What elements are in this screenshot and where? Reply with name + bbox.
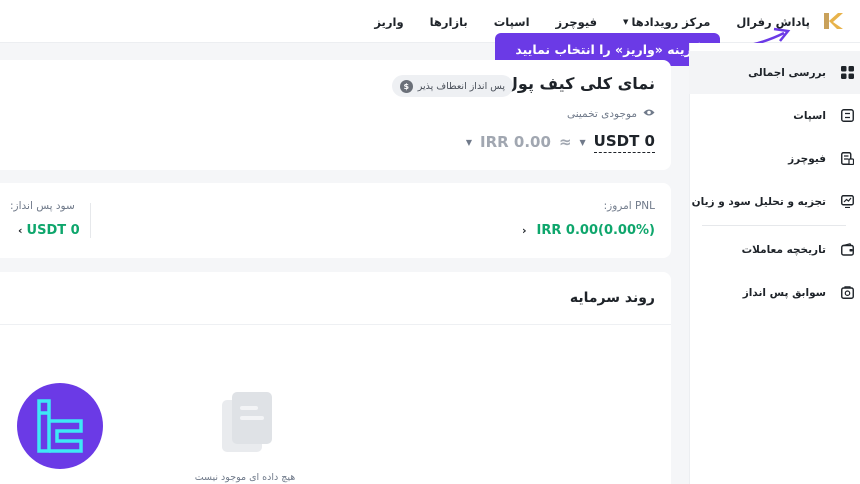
empty-data-text: هیچ داده ای موجود نیست: [194, 472, 296, 483]
pnl-today-label: PNL امروز:: [603, 200, 655, 212]
chevron-down-icon: ▼: [623, 17, 629, 26]
wallet-icon: [840, 243, 854, 257]
nav-spot[interactable]: اسپات: [494, 15, 530, 29]
nav-futures-label: فیوچرز: [555, 14, 598, 29]
chevron-right-icon: ›: [522, 224, 527, 237]
nav-spot-label: اسپات: [493, 14, 530, 29]
savings-value-text: USDT 0: [26, 223, 80, 238]
logo[interactable]: [822, 11, 844, 31]
savings-profit-value[interactable]: ‹ USDT 0: [18, 223, 80, 238]
pnl-value-text: IRR 0.00(0.00%): [536, 223, 655, 238]
usdt-currency-dropdown-icon[interactable]: ▼: [580, 138, 586, 147]
nav-events[interactable]: مرکز رویدادها ▼: [623, 15, 710, 29]
dollar-coin-icon: $: [399, 79, 413, 93]
nav-futures[interactable]: فیوچرز: [556, 15, 598, 29]
nav-markets[interactable]: بازارها: [430, 15, 468, 29]
sidebar-item-spot[interactable]: اسپات: [689, 94, 860, 137]
savings-icon: [840, 286, 854, 300]
futures-icon: [840, 152, 854, 166]
sidebar-item-overview[interactable]: بررسی اجمالی: [689, 51, 860, 94]
nav-deposit[interactable]: واریز: [374, 15, 403, 29]
sidebar-item-futures[interactable]: فیوچرز: [689, 137, 860, 180]
chart-icon: [840, 195, 854, 209]
badge-label: پس انداز انعطاف پذیر: [417, 80, 505, 92]
watermark-logo-icon: [37, 399, 83, 453]
usdt-balance: USDT 0: [593, 132, 655, 153]
sidebar-item-trade-history[interactable]: تاریخچه معاملات: [689, 228, 860, 271]
nav-markets-label: بازارها: [429, 14, 468, 29]
estimated-balance-label: موجودی تخمینی: [567, 108, 655, 120]
irr-balance: IRR 0.00: [480, 133, 551, 151]
savings-profit-label: سود پس انداز:: [10, 200, 75, 212]
pnl-card: PNL امروز: › IRR 0.00(0.00%) سود پس اندا…: [0, 183, 671, 258]
sidebar-divider: [702, 225, 846, 226]
vertical-divider: [90, 203, 91, 238]
sidebar-item-label: تاریخچه معاملات: [741, 243, 826, 256]
page-title: نمای کلی کیف پول: [504, 74, 655, 93]
sidebar-item-pnl-analysis[interactable]: تجزیه و تحلیل سود و زیان: [689, 180, 860, 223]
nav-deposit-label: واریز: [374, 14, 404, 29]
card-divider: [0, 324, 671, 325]
sidebar-item-label: اسپات: [793, 109, 826, 122]
approx-symbol: ≈: [558, 133, 572, 151]
watermark-logo: [17, 383, 103, 469]
eye-icon[interactable]: [643, 108, 655, 120]
sidebar-item-label: تجزیه و تحلیل سود و زیان: [691, 195, 826, 208]
empty-data-icon: [222, 392, 272, 452]
flexible-savings-badge[interactable]: $ پس انداز انعطاف پذیر: [391, 75, 513, 97]
chevron-left-icon: ‹: [18, 224, 23, 237]
estimated-label-text: موجودی تخمینی: [566, 108, 637, 120]
wallet-overview-card: نمای کلی کیف پول $ پس انداز انعطاف پذیر …: [0, 60, 671, 170]
balance-row: USDT 0 ▼ ≈ IRR 0.00 ▼: [466, 130, 655, 154]
sidebar: بررسی اجمالی اسپات فیوچرز تجزیه و تحلیل …: [689, 43, 860, 484]
grid-icon: [840, 66, 854, 80]
pnl-today-value[interactable]: › IRR 0.00(0.00%): [522, 223, 655, 238]
sidebar-item-label: فیوچرز: [788, 152, 826, 165]
sidebar-item-savings-history[interactable]: سوابق پس انداز: [689, 271, 860, 314]
nav-events-label: مرکز رویدادها: [631, 14, 711, 29]
capital-trend-title: روند سرمایه: [569, 290, 655, 306]
sidebar-item-label: سوابق پس انداز: [742, 286, 826, 299]
sidebar-item-label: بررسی اجمالی: [748, 66, 826, 79]
irr-currency-dropdown-icon[interactable]: ▼: [466, 138, 472, 147]
spot-icon: [840, 109, 854, 123]
